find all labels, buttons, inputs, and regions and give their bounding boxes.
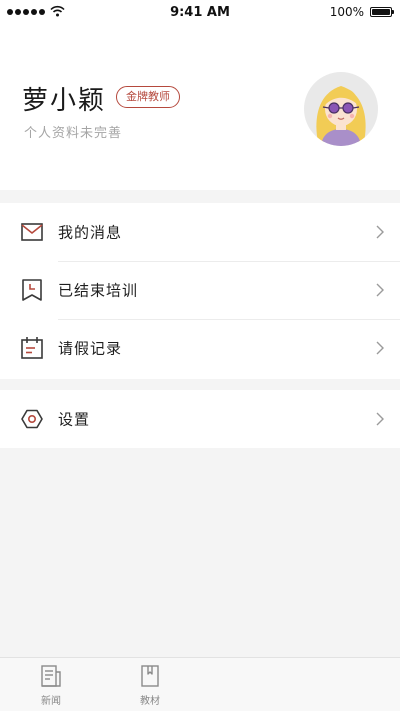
menu-item-label: 已结束培训 <box>58 281 139 300</box>
avatar-illustration <box>316 86 366 146</box>
menu-item-messages[interactable]: 我的消息 <box>0 203 400 261</box>
settings-group: 设置 <box>0 390 400 448</box>
tab-news[interactable]: 新闻 <box>29 664 73 707</box>
profile-header[interactable]: 萝小颖 金牌教师 个人资料未完善 <box>0 24 400 190</box>
tab-bar: 新闻 教材 <box>0 657 400 711</box>
calendar-icon <box>21 337 43 359</box>
chevron-right-icon <box>376 412 384 426</box>
status-bar: 9:41 AM 100% <box>0 0 400 24</box>
menu-item-label: 设置 <box>58 410 91 429</box>
profile-screen: 9:41 AM 100% 萝小颖 金牌教师 个人资料未完善 我的消息 已结束培训… <box>0 0 400 711</box>
menu-list: 我的消息 已结束培训 请假记录 <box>0 203 400 379</box>
menu-item-finished-training[interactable]: 已结束培训 <box>0 261 400 319</box>
news-icon <box>41 665 61 687</box>
menu-item-settings[interactable]: 设置 <box>0 390 400 448</box>
menu-item-label: 请假记录 <box>58 339 123 358</box>
profile-name: 萝小颖 <box>22 86 107 116</box>
chevron-right-icon <box>376 341 384 355</box>
teacher-badge: 金牌教师 <box>116 86 180 108</box>
gear-hexagon-icon <box>21 409 43 429</box>
battery-icon <box>370 7 394 17</box>
menu-item-leave-records[interactable]: 请假记录 <box>0 319 400 377</box>
profile-incomplete-hint: 个人资料未完善 <box>24 126 123 141</box>
chevron-right-icon <box>376 283 384 297</box>
tab-textbooks[interactable]: 教材 <box>128 664 172 707</box>
mail-icon <box>21 223 43 241</box>
battery-percentage: 100% <box>329 5 364 19</box>
clock-bookmark-icon <box>22 279 42 301</box>
avatar[interactable] <box>304 72 378 146</box>
book-icon <box>141 665 159 687</box>
tab-label: 教材 <box>140 696 160 707</box>
chevron-right-icon <box>376 225 384 239</box>
tab-label: 新闻 <box>41 696 61 707</box>
menu-item-label: 我的消息 <box>58 223 123 242</box>
